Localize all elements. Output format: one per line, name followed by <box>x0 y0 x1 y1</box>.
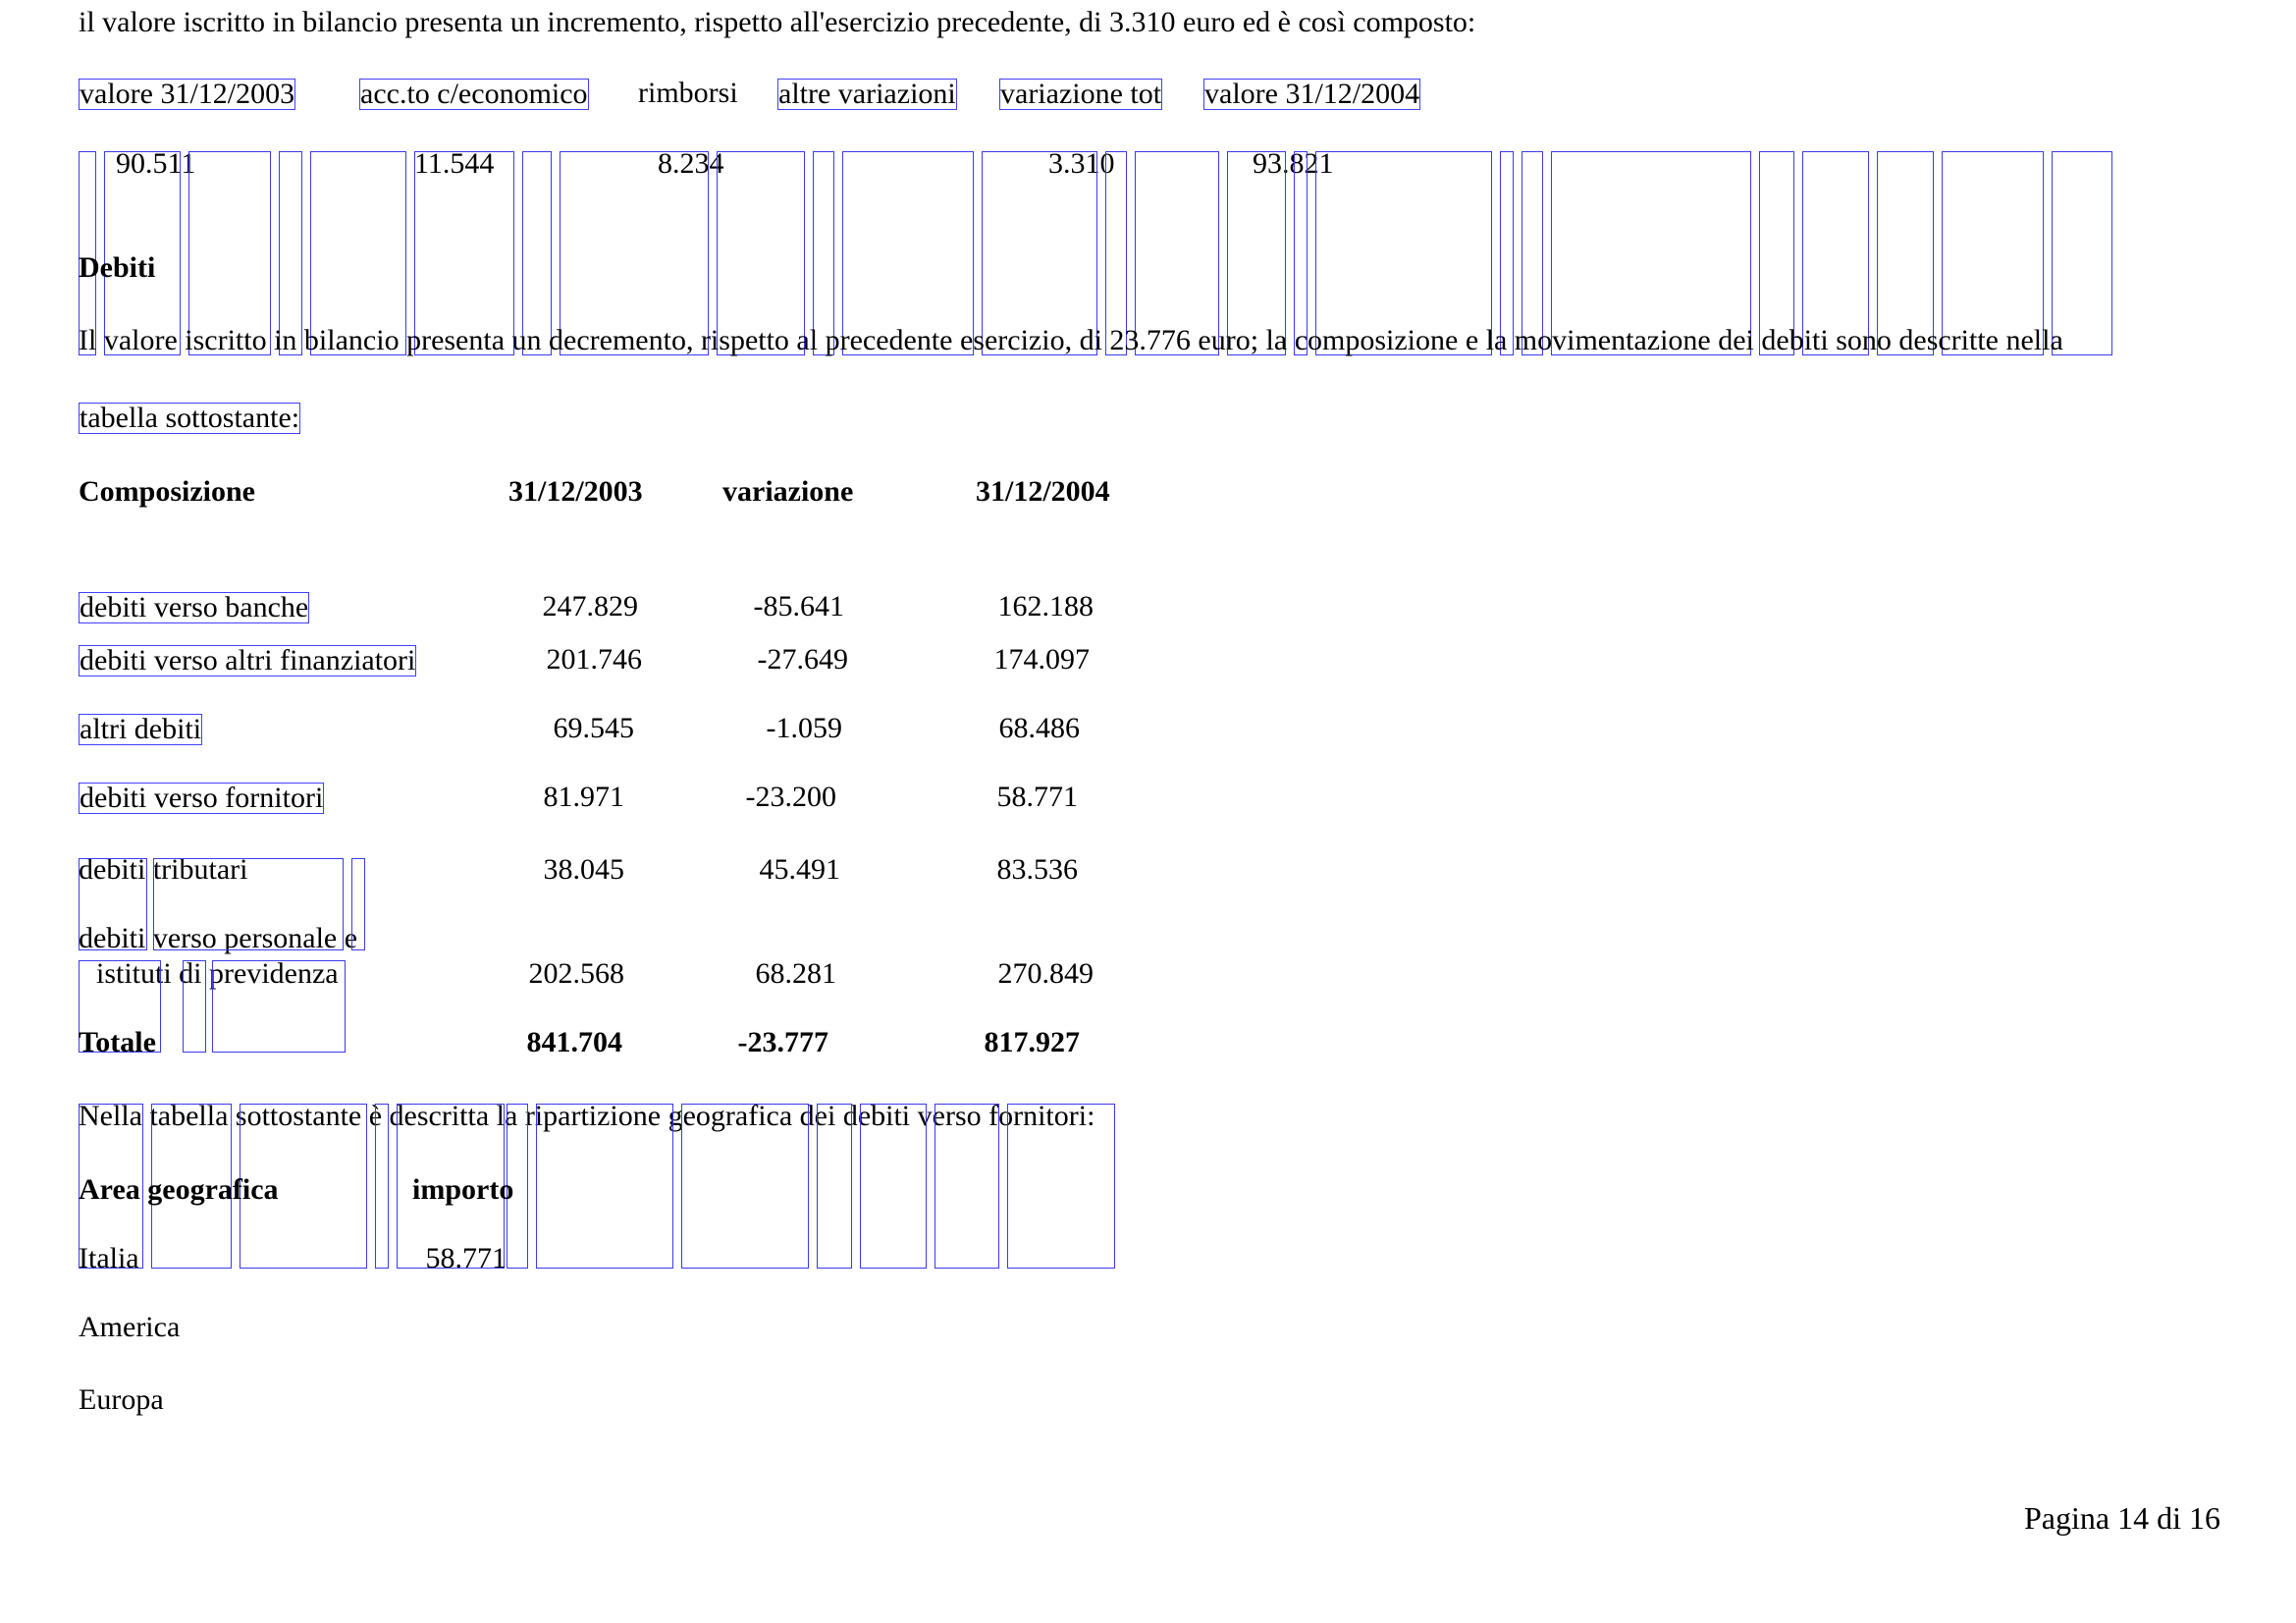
ocr-word-box <box>351 858 365 950</box>
ocr-word-box <box>681 1104 809 1269</box>
table-row-label: debiti verso altri finanziatori <box>79 644 417 676</box>
table-header-2003: 31/12/2003 <box>508 475 643 508</box>
geo-row-area: America <box>79 1311 181 1343</box>
section-heading-debiti: Debiti <box>79 251 156 284</box>
table-cell-2003: 247.829 <box>542 590 639 622</box>
table-row-label: altri debiti <box>79 713 203 745</box>
table-cell-variazione: -27.649 <box>757 643 849 676</box>
debiti-paragraph-line1: Il valore iscritto in bilancio presenta … <box>79 324 2063 356</box>
geo-row-area: Italia <box>79 1242 139 1274</box>
table-header-composizione: Composizione <box>79 475 255 508</box>
table-header-2004: 31/12/2004 <box>976 475 1110 508</box>
table-cell-2004: 162.188 <box>997 590 1095 622</box>
table-cell-variazione: -23.200 <box>745 781 837 813</box>
header-altre-variazioni: altre variazioni <box>777 78 957 110</box>
table-header-variazione: variazione <box>722 475 854 508</box>
ocr-word-box <box>817 1104 852 1269</box>
table-row-label: debiti verso fornitori <box>79 782 325 814</box>
table-cell-2004: 58.771 <box>996 781 1079 813</box>
ocr-word-box <box>212 960 346 1053</box>
table-total-2003: 841.704 <box>526 1026 623 1058</box>
header-valore-2004: valore 31/12/2004 <box>1203 78 1421 110</box>
table-row-label: debiti verso banche <box>79 591 310 623</box>
header-valore-2003: valore 31/12/2003 <box>79 78 296 110</box>
table-cell-2003: 201.746 <box>546 643 643 676</box>
ocr-word-box <box>79 858 147 950</box>
ocr-word-box <box>536 1104 673 1269</box>
table-cell-2003: 202.568 <box>528 957 625 990</box>
intro-text: il valore iscritto in bilancio presenta … <box>79 6 1476 38</box>
page-number: Pagina 14 di 16 <box>2024 1500 2220 1536</box>
ocr-word-box <box>153 858 344 950</box>
table-cell-2004: 68.486 <box>998 712 1081 744</box>
geo-header-area: Area geografica <box>79 1173 279 1206</box>
debiti-paragraph-line2: tabella sottostante: <box>79 402 301 434</box>
table-cell-2004: 270.849 <box>997 957 1095 990</box>
geo-row-area: Europa <box>79 1383 164 1416</box>
table-cell-2004: 83.536 <box>996 853 1079 886</box>
table-total-2004: 817.927 <box>984 1026 1081 1058</box>
table-total-variazione: -23.777 <box>737 1026 829 1058</box>
table-cell-variazione: -1.059 <box>766 712 843 744</box>
table-cell-variazione: -85.641 <box>753 590 845 622</box>
header-variazione-tot: variazione tot <box>999 78 1163 110</box>
ocr-word-box <box>1007 1104 1115 1269</box>
header-rimborsi: rimborsi <box>638 77 738 109</box>
table-cell-2004: 174.097 <box>993 643 1091 676</box>
table-total-label: Totale <box>79 1026 156 1058</box>
table-cell-2003: 81.971 <box>543 781 625 813</box>
table-cell-variazione: 45.491 <box>759 853 841 886</box>
ocr-word-box <box>934 1104 999 1269</box>
header-acc-to: acc.to c/economico <box>359 78 589 110</box>
ocr-word-box <box>183 960 206 1053</box>
geo-row-amount: 58.771 <box>425 1242 507 1274</box>
table-cell-variazione: 68.281 <box>755 957 837 990</box>
table-cell-2003: 38.045 <box>543 853 625 886</box>
geo-header-importo: importo <box>412 1173 514 1206</box>
ocr-word-box <box>860 1104 927 1269</box>
table-cell-2003: 69.545 <box>553 712 635 744</box>
